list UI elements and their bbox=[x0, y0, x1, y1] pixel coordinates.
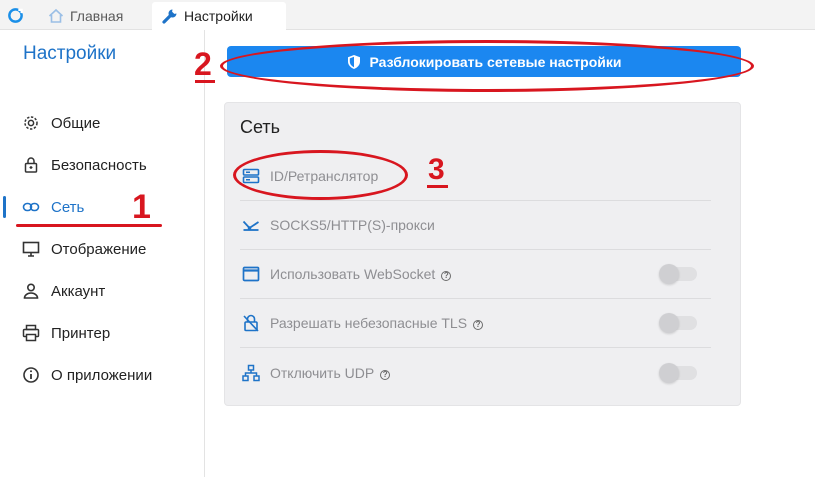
sidebar-item-label: Сеть bbox=[51, 198, 85, 216]
gear-icon bbox=[24, 116, 38, 130]
setting-label: Отключить UDP? bbox=[270, 364, 391, 381]
setting-label: SOCKS5/HTTP(S)-прокси bbox=[270, 217, 435, 233]
network-panel: Сеть ID/Ретранслятор SOCKS5/HTTP(S)-прок… bbox=[224, 102, 741, 406]
toggle-knob bbox=[659, 362, 679, 383]
help-icon[interactable]: ? bbox=[380, 369, 391, 380]
unlock-icon bbox=[243, 314, 259, 332]
network-icon bbox=[242, 364, 260, 381]
sidebar-item-label: Отображение bbox=[51, 240, 147, 258]
sidebar-item-label: Аккаунт bbox=[51, 282, 106, 300]
sidebar-item-security[interactable]: Безопасность bbox=[0, 145, 205, 185]
sidebar: Настройки Общие Безопасность Сеть Отобра… bbox=[0, 30, 205, 477]
panel-title: Сеть bbox=[240, 117, 281, 137]
setting-row-websocket: Использовать WebSocket? bbox=[240, 250, 711, 299]
annotation-number-1: 1 bbox=[132, 188, 151, 226]
info-icon bbox=[23, 367, 39, 383]
setting-row-insecure-tls: Разрешать небезопасные TLS? bbox=[240, 299, 711, 348]
proxy-icon bbox=[242, 220, 259, 231]
setting-label-text: Отключить UDP bbox=[270, 364, 375, 381]
lock-icon bbox=[24, 157, 38, 173]
annotation-ellipse-unlock bbox=[220, 40, 754, 92]
tab-home[interactable]: Главная bbox=[45, 2, 145, 30]
app-logo-icon bbox=[8, 8, 23, 23]
insecure-tls-toggle[interactable] bbox=[659, 313, 697, 333]
sidebar-item-general[interactable]: Общие bbox=[0, 103, 205, 143]
setting-label-text: Разрешать небезопасные TLS bbox=[270, 315, 468, 331]
printer-icon bbox=[22, 324, 40, 342]
setting-label: Использовать WebSocket? bbox=[270, 266, 452, 282]
sidebar-title: Настройки bbox=[23, 43, 117, 64]
sidebar-item-label: Безопасность bbox=[51, 156, 147, 174]
toggle-knob bbox=[659, 313, 679, 333]
tab-settings[interactable]: Настройки bbox=[152, 2, 286, 30]
home-icon bbox=[48, 8, 64, 23]
sidebar-item-label: Принтер bbox=[51, 324, 111, 342]
sidebar-item-label: Общие bbox=[51, 114, 101, 132]
tab-settings-label: Настройки bbox=[184, 8, 253, 24]
sidebar-item-account[interactable]: Аккаунт bbox=[0, 271, 205, 311]
setting-row-disable-udp: Отключить UDP? bbox=[240, 348, 711, 397]
app-window: Главная Настройки Настройки Общие Безопа… bbox=[0, 0, 815, 477]
window-icon bbox=[242, 266, 260, 282]
sidebar-item-label: О приложении bbox=[51, 366, 153, 384]
annotation-underline bbox=[195, 80, 215, 83]
wrench-icon bbox=[162, 9, 177, 24]
toggle-knob bbox=[659, 264, 679, 284]
setting-label-text: Использовать WebSocket bbox=[270, 266, 436, 282]
annotation-ellipse-id-relay bbox=[233, 150, 408, 200]
monitor-icon bbox=[22, 241, 40, 257]
setting-label: Разрешать небезопасные TLS? bbox=[270, 315, 484, 331]
annotation-underline bbox=[427, 185, 448, 188]
tab-bar: Главная Настройки bbox=[0, 0, 815, 30]
help-icon[interactable]: ? bbox=[441, 271, 452, 281]
person-icon bbox=[23, 283, 39, 299]
annotation-underline bbox=[16, 224, 162, 227]
help-icon[interactable]: ? bbox=[473, 320, 484, 330]
disable-udp-toggle[interactable] bbox=[659, 362, 697, 383]
annotation-number-3: 3 bbox=[428, 153, 445, 186]
annotation-number-2: 2 bbox=[194, 46, 212, 82]
setting-row-proxy[interactable]: SOCKS5/HTTP(S)-прокси bbox=[240, 201, 711, 250]
link-icon bbox=[22, 202, 40, 212]
sidebar-item-about[interactable]: О приложении bbox=[0, 355, 205, 395]
sidebar-item-printer[interactable]: Принтер bbox=[0, 313, 205, 353]
tab-home-label: Главная bbox=[70, 8, 124, 24]
main-content: Разблокировать сетевые настройки Сеть ID… bbox=[206, 30, 815, 477]
sidebar-item-display[interactable]: Отображение bbox=[0, 229, 205, 269]
sidebar-item-network[interactable]: Сеть bbox=[0, 187, 205, 227]
websocket-toggle[interactable] bbox=[659, 264, 697, 284]
